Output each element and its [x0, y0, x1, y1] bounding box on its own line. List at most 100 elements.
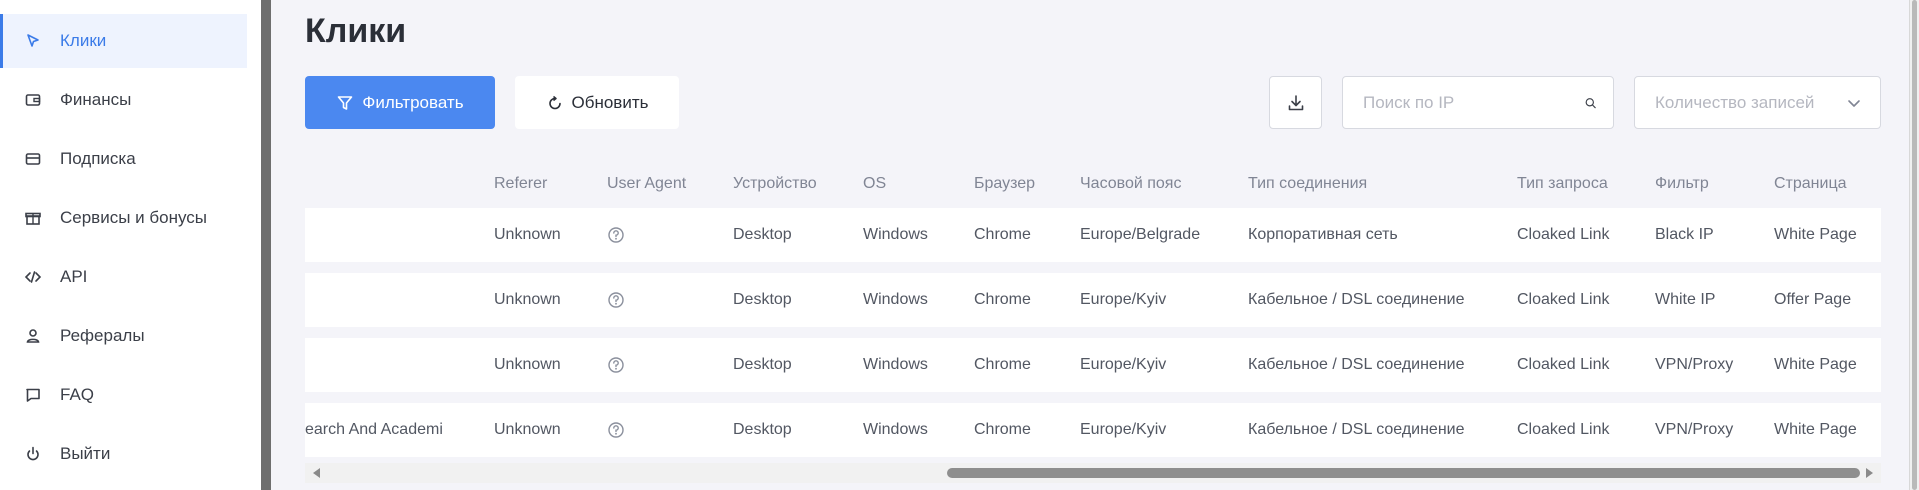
table-row[interactable]: earch And Academi Unknown Desktop Window…: [305, 403, 1881, 457]
cell-referer: Unknown: [494, 226, 561, 243]
sidebar-divider[interactable]: [261, 0, 271, 490]
scrollbar-thumb[interactable]: [1912, 0, 1917, 490]
column-header-page: Страница: [1774, 175, 1847, 192]
filter-icon: [338, 95, 353, 110]
records-count-placeholder: Количество записей: [1655, 92, 1815, 112]
cell-referer: Unknown: [494, 421, 561, 438]
column-header-filter: Фильтр: [1655, 175, 1709, 192]
sidebar-item-subscription[interactable]: Подписка: [0, 132, 247, 186]
column-header-timezone: Часовой пояс: [1080, 175, 1182, 192]
column-header-referer: Referer: [494, 175, 548, 192]
table-row[interactable]: Unknown Desktop Windows Chrome Europe/Ky…: [305, 338, 1881, 392]
sidebar-item-faq[interactable]: FAQ: [0, 368, 247, 422]
sidebar-item-label: FAQ: [60, 385, 95, 404]
card-icon: [24, 150, 42, 168]
ip-search[interactable]: [1342, 76, 1614, 129]
sidebar-item-referrals[interactable]: Рефералы: [0, 309, 247, 363]
chevron-down-icon: [1848, 99, 1860, 107]
cell-timezone: Europe/Kyiv: [1080, 421, 1167, 438]
chat-icon: [24, 386, 42, 404]
cell-referer: Unknown: [494, 356, 561, 373]
column-header-user-agent: User Agent: [607, 175, 687, 192]
cell-connection-type: Кабельное / DSL соединение: [1248, 291, 1465, 308]
sidebar-item-label: Сервисы и бонусы: [60, 208, 207, 227]
cell-user-agent[interactable]: [607, 273, 625, 327]
refresh-button-label: Обновить: [571, 92, 649, 112]
scrollbar-thumb[interactable]: [947, 468, 1860, 478]
download-button[interactable]: [1269, 76, 1322, 129]
sidebar-item-finance[interactable]: Финансы: [0, 73, 247, 127]
cell-user-agent[interactable]: [607, 208, 625, 262]
refresh-icon: [548, 95, 561, 109]
cell-connection-type: Кабельное / DSL соединение: [1248, 421, 1465, 438]
page-vertical-scrollbar[interactable]: [1909, 0, 1919, 490]
clicks-table: Referer User Agent Устройство OS Браузер…: [305, 160, 1881, 468]
cell-request-type: Cloaked Link: [1517, 421, 1610, 438]
cell-browser: Chrome: [974, 356, 1031, 373]
cell-device: Desktop: [733, 356, 792, 373]
wallet-icon: [24, 91, 42, 109]
cell-isp: earch And Academi: [305, 421, 443, 438]
sidebar: Клики Финансы Подписка Сервисы и бонусы …: [0, 0, 261, 490]
cell-connection-type: Корпоративная сеть: [1248, 226, 1398, 243]
cell-page: White Page: [1774, 421, 1857, 438]
user-icon: [24, 327, 42, 345]
question-icon[interactable]: [607, 421, 625, 439]
download-icon: [1288, 94, 1303, 110]
sidebar-item-label: Подписка: [60, 149, 136, 168]
cell-device: Desktop: [733, 421, 792, 438]
cell-browser: Chrome: [974, 291, 1031, 308]
cell-os: Windows: [863, 356, 928, 373]
question-icon[interactable]: [607, 226, 625, 244]
sidebar-item-label: Клики: [60, 31, 107, 50]
column-header-browser: Браузер: [974, 175, 1036, 192]
column-header-connection-type: Тип соединения: [1248, 175, 1368, 192]
cell-user-agent[interactable]: [607, 338, 625, 392]
cell-device: Desktop: [733, 291, 792, 308]
cell-connection-type: Кабельное / DSL соединение: [1248, 356, 1465, 373]
search-icon[interactable]: [1584, 94, 1597, 112]
scroll-right-arrow-icon[interactable]: [1866, 468, 1873, 478]
gift-icon: [24, 209, 42, 227]
refresh-button[interactable]: Обновить: [515, 76, 679, 129]
cell-os: Windows: [863, 291, 928, 308]
column-header-os: OS: [863, 175, 887, 192]
cell-page: White Page: [1774, 356, 1857, 373]
cell-filter: White IP: [1655, 291, 1716, 308]
cell-filter: VPN/Proxy: [1655, 356, 1734, 373]
question-icon[interactable]: [607, 356, 625, 374]
code-icon: [24, 268, 42, 286]
table-row[interactable]: Unknown Desktop Windows Chrome Europe/Be…: [305, 208, 1881, 262]
cell-referer: Unknown: [494, 291, 561, 308]
scroll-left-arrow-icon[interactable]: [313, 468, 320, 478]
cell-os: Windows: [863, 421, 928, 438]
table-row[interactable]: Unknown Desktop Windows Chrome Europe/Ky…: [305, 273, 1881, 327]
cell-request-type: Cloaked Link: [1517, 226, 1610, 243]
ip-search-input[interactable]: [1363, 92, 1584, 113]
cell-filter: Black IP: [1655, 226, 1714, 243]
cell-timezone: Europe/Belgrade: [1080, 226, 1201, 243]
cursor-icon: [24, 32, 42, 50]
sidebar-item-clicks[interactable]: Клики: [0, 14, 247, 68]
power-icon: [24, 445, 42, 463]
records-count-select[interactable]: Количество записей: [1634, 76, 1881, 129]
main-content: Клики Фильтровать Обновить Количество за…: [271, 0, 1909, 490]
page-title: Клики: [305, 12, 407, 50]
cell-request-type: Cloaked Link: [1517, 291, 1610, 308]
sidebar-item-services[interactable]: Сервисы и бонусы: [0, 191, 247, 245]
cell-page: White Page: [1774, 226, 1857, 243]
question-icon[interactable]: [607, 291, 625, 309]
sidebar-item-api[interactable]: API: [0, 250, 247, 304]
sidebar-item-label: API: [60, 267, 88, 286]
cell-timezone: Europe/Kyiv: [1080, 356, 1167, 373]
filter-button[interactable]: Фильтровать: [305, 76, 495, 129]
table-header: Referer User Agent Устройство OS Браузер…: [305, 160, 1881, 208]
sidebar-item-logout[interactable]: Выйти: [0, 427, 247, 481]
cell-browser: Chrome: [974, 226, 1031, 243]
filter-button-label: Фильтровать: [362, 92, 464, 112]
column-header-device: Устройство: [733, 175, 817, 192]
column-header-request-type: Тип запроса: [1517, 175, 1608, 192]
table-horizontal-scrollbar[interactable]: [305, 463, 1881, 483]
cell-user-agent[interactable]: [607, 403, 625, 457]
cell-timezone: Europe/Kyiv: [1080, 291, 1167, 308]
